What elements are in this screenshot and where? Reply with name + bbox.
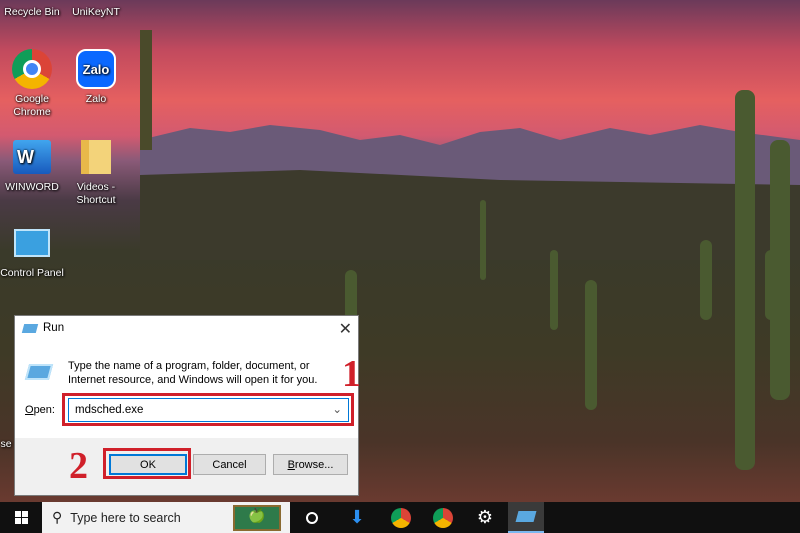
annotation-step-2: 2: [69, 445, 88, 487]
annotation-box-input: [62, 393, 354, 426]
run-icon: [21, 323, 39, 333]
annotation-box-ok: [103, 448, 191, 479]
start-button[interactable]: [0, 502, 42, 533]
desktop-icon-videos-shortcut[interactable]: Videos - Shortcut: [64, 136, 128, 207]
chrome-taskbar-icon-2[interactable]: [428, 502, 458, 533]
icon-label: se: [0, 438, 12, 450]
download-arrow-icon[interactable]: ⬇: [342, 502, 372, 533]
browse-label: Browse...: [287, 458, 334, 471]
search-placeholder: Type here to search: [70, 510, 181, 525]
desktop-icon-control-panel[interactable]: Control Panel: [0, 222, 64, 280]
open-label: Open:: [25, 404, 55, 416]
taskbar: ⚲ Type here to search 🍏 ⬇ ⚙: [0, 502, 800, 533]
desktop-icon-winword[interactable]: W WINWORD: [0, 136, 64, 194]
desktop-icon-zalo[interactable]: Zalo Zalo: [64, 48, 128, 106]
control-panel-icon: [11, 222, 53, 264]
run-taskbar-icon[interactable]: [508, 502, 544, 533]
search-box[interactable]: ⚲ Type here to search 🍏: [42, 502, 290, 533]
title-bar: Run ✕: [15, 316, 358, 340]
desktop-icon-recycle-bin[interactable]: Recycle Bin: [0, 6, 64, 19]
browse-button[interactable]: Browse...: [273, 454, 348, 475]
zalo-icon: Zalo: [75, 48, 117, 90]
windows-icon: [14, 511, 28, 524]
word-icon: W: [11, 136, 53, 178]
cortana-icon[interactable]: [298, 502, 326, 533]
dialog-title: Run: [43, 322, 65, 334]
chalkboard-apple-icon: 🍏: [233, 505, 281, 531]
search-icon: ⚲: [52, 509, 63, 525]
icon-label: Google Chrome: [13, 93, 51, 118]
chrome-taskbar-icon[interactable]: [386, 502, 416, 533]
annotation-step-1: 1: [342, 353, 361, 395]
icon-label: Zalo: [85, 93, 107, 105]
desktop-icon-unikey[interactable]: UniKeyNT: [64, 6, 128, 19]
icon-label: WINWORD: [5, 181, 59, 193]
chrome-icon: [11, 48, 53, 90]
desktop-icon-chrome[interactable]: Google Chrome: [0, 48, 64, 119]
cancel-button[interactable]: Cancel: [193, 454, 266, 475]
icon-label: Videos - Shortcut: [76, 181, 116, 206]
icon-label: UniKeyNT: [72, 6, 120, 18]
folder-video-icon: [75, 136, 117, 178]
settings-gear-icon[interactable]: ⚙: [470, 502, 500, 533]
dialog-description: Type the name of a program, folder, docu…: [68, 360, 318, 386]
close-icon[interactable]: ✕: [339, 319, 352, 339]
icon-label: Recycle Bin: [4, 6, 60, 18]
icon-label: Control Panel: [0, 267, 64, 279]
run-large-icon: [24, 364, 54, 380]
